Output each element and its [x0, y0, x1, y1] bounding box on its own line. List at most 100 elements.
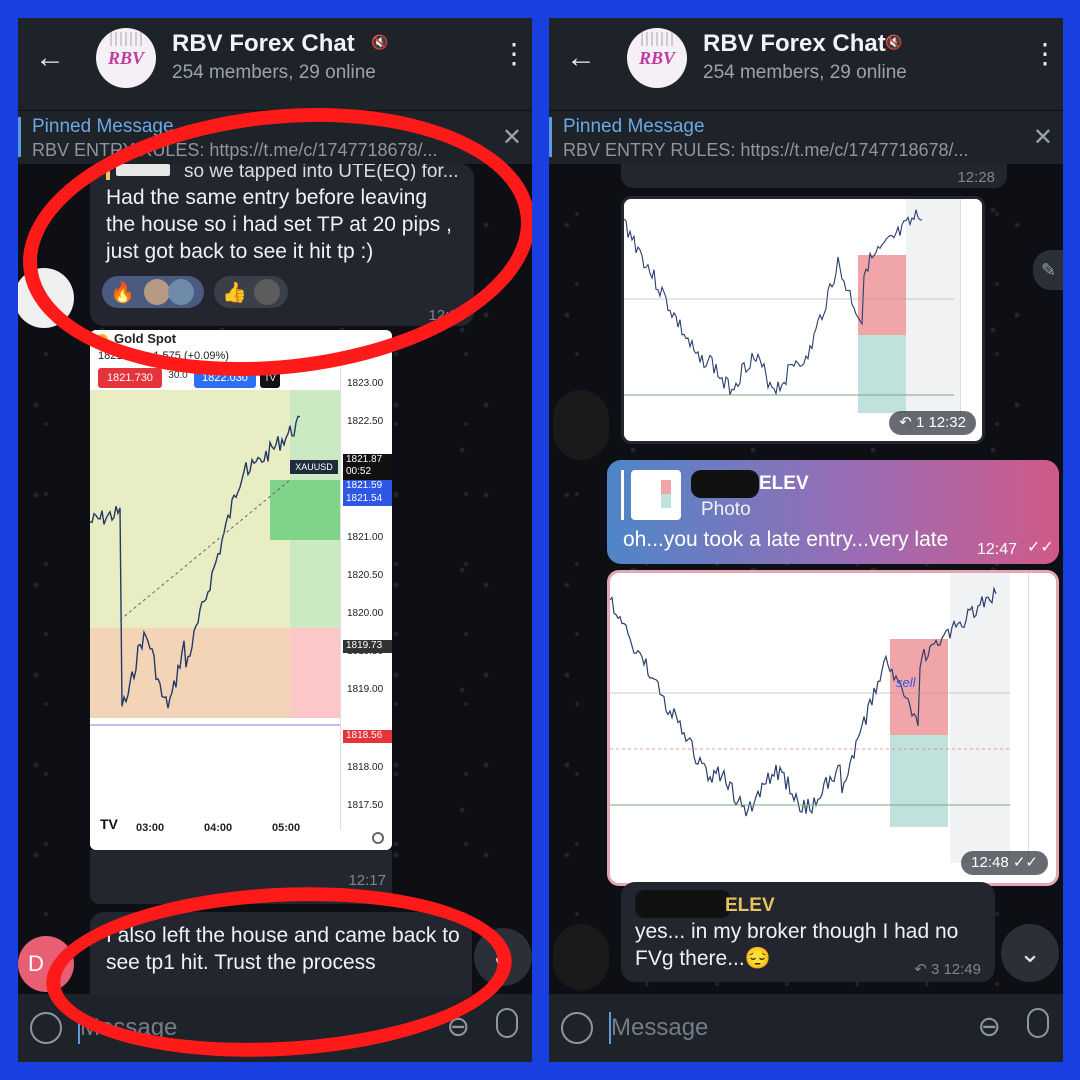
- level-tag: 1821.59: [343, 480, 392, 493]
- read-receipt-icon: ✓✓: [1027, 539, 1054, 556]
- tag-price: 1821.87: [346, 454, 383, 465]
- attach-icon[interactable]: ⊘: [438, 1007, 478, 1047]
- microphone-icon[interactable]: [1027, 1008, 1049, 1038]
- level-tag: 1821.54: [343, 493, 392, 506]
- edit-icon[interactable]: ✎: [1033, 250, 1063, 290]
- pinned-label: Pinned Message: [563, 116, 705, 137]
- y-tick-label: 1818.00: [347, 762, 384, 773]
- message-text: oh...you took a late entry...very late: [623, 528, 949, 551]
- symbol-title: Gold Spot: [114, 331, 177, 346]
- chat-title[interactable]: RBV Forex Chat: [703, 30, 886, 58]
- back-arrow-icon[interactable]: ←: [563, 40, 599, 76]
- chart-photo[interactable]: sell 12:48 ✓✓: [607, 570, 1059, 886]
- price-line-chart: [624, 209, 954, 396]
- right-chat-screenshot: ← RBV RBV Forex Chat 🔇 254 members, 29 o…: [549, 18, 1063, 1062]
- avatar-logo-text: RBV: [107, 48, 145, 68]
- thumb-zone: [661, 480, 671, 494]
- photo-meta: ↶ 1 12:32: [889, 411, 976, 435]
- avatar-decoration: [641, 32, 673, 46]
- price-axis: [960, 199, 982, 429]
- pinned-label: Pinned Message: [32, 116, 174, 137]
- back-arrow-icon[interactable]: ←: [32, 40, 68, 76]
- message-time: 12:09: [428, 307, 466, 324]
- pinned-message-bar[interactable]: Pinned Message RBV ENTRY RULES: https://…: [18, 110, 532, 164]
- reaction-chip[interactable]: 👍: [214, 276, 288, 308]
- handwritten-annotation: sell: [896, 675, 916, 690]
- photo-meta: 12:48 ✓✓: [961, 851, 1048, 875]
- reply-count: 1: [915, 414, 925, 431]
- chat-title[interactable]: RBV Forex Chat: [172, 30, 355, 58]
- y-tick-label: 1821.00: [347, 532, 384, 543]
- more-options-icon[interactable]: ⋮: [1031, 40, 1059, 68]
- reactor-avatar: [168, 279, 194, 305]
- left-chat-screenshot: ← RBV RBV Forex Chat 🔇 254 members, 29 o…: [18, 18, 532, 1062]
- bid-price[interactable]: 1821.730: [98, 368, 162, 388]
- sender-avatar[interactable]: [553, 924, 609, 990]
- thumb-zone: [661, 494, 671, 508]
- message-input[interactable]: Message: [80, 1014, 177, 1042]
- trend-line: [119, 479, 291, 621]
- message-bubble[interactable]: ELEV yes... in my broker though I had no…: [621, 882, 995, 982]
- sender-avatar[interactable]: [553, 390, 609, 460]
- y-tick-label: 1820.00: [347, 608, 384, 619]
- x-tick-label: 03:00: [136, 822, 165, 834]
- chart-photo[interactable]: ↶ 1 12:32: [621, 196, 985, 444]
- y-tick-label: 1822.50: [347, 416, 384, 427]
- reply-sender: ELEV: [759, 473, 809, 494]
- group-avatar[interactable]: RBV: [627, 28, 687, 88]
- muted-icon: 🔇: [885, 34, 903, 50]
- price-line-chart: [90, 415, 340, 726]
- message-input[interactable]: Message: [611, 1014, 708, 1042]
- close-pinned-icon[interactable]: ✕: [502, 123, 522, 152]
- message-time: 12:47: [977, 541, 1018, 558]
- pinned-text: RBV ENTRY RULES: https://t.me/c/17477186…: [563, 140, 969, 160]
- message-input-bar: Message ⊘: [18, 994, 532, 1062]
- emoji-icon[interactable]: [561, 1012, 593, 1044]
- attach-icon[interactable]: ⊘: [969, 1007, 1009, 1047]
- message-time: 12:49: [943, 961, 981, 978]
- message-input-bar: Message ⊘: [549, 994, 1063, 1062]
- reply-thumbnail: [631, 470, 681, 520]
- price-series: [90, 415, 301, 709]
- reactor-avatar: [254, 279, 280, 305]
- y-tick-label: 1817.50: [347, 800, 384, 811]
- own-message-bubble[interactable]: ELEV Photo oh...you took a late entry...…: [607, 460, 1059, 564]
- chat-header: ← RBV RBV Forex Chat 🔇 254 members, 29 o…: [18, 18, 532, 110]
- reply-arrow-icon: ↶: [899, 414, 912, 431]
- muted-icon: 🔇: [371, 34, 389, 50]
- level-tag: 1818.56: [343, 730, 392, 743]
- message-meta: ↶ 3 12:49: [914, 956, 981, 983]
- settings-icon[interactable]: [372, 832, 384, 844]
- price-axis: [1028, 573, 1056, 863]
- chat-header: ← RBV RBV Forex Chat 🔇 254 members, 29 o…: [549, 18, 1063, 110]
- redacted-name-block: [635, 890, 731, 918]
- chart-screenshot[interactable]: Gold Spot 1821.875 +1.575 (+0.09%) 1821.…: [90, 330, 392, 850]
- ask-price[interactable]: 1822.030: [194, 368, 256, 388]
- scroll-down-button[interactable]: ✓: [474, 928, 532, 986]
- reactor-avatar: [144, 279, 170, 305]
- reply-accent-bar: [106, 164, 110, 180]
- sender-avatar[interactable]: D: [18, 936, 74, 992]
- close-pinned-icon[interactable]: ✕: [1033, 123, 1053, 152]
- image-caption-bar: 12:17: [90, 850, 392, 904]
- x-tick-label: 05:00: [272, 822, 301, 834]
- level-tag: 1819.73: [343, 640, 392, 653]
- pinned-accent-bar: [18, 117, 21, 157]
- microphone-icon[interactable]: [496, 1008, 518, 1038]
- emoji-icon[interactable]: [30, 1012, 62, 1044]
- y-tick-label: 1819.00: [347, 684, 384, 695]
- pinned-message-bar[interactable]: Pinned Message RBV ENTRY RULES: https://…: [549, 110, 1063, 164]
- message-bubble[interactable]: so we tapped into UTE(EQ) for... Had the…: [90, 161, 474, 326]
- tradingview-icon[interactable]: TV: [260, 368, 280, 388]
- message-text: I also left the house and came back to s…: [106, 924, 460, 974]
- group-avatar[interactable]: RBV: [96, 28, 156, 88]
- tag-time: 00:52: [346, 466, 372, 477]
- symbol-tag: XAUUSD: [290, 460, 338, 474]
- read-receipt-icon: ✓✓: [1012, 854, 1038, 871]
- more-options-icon[interactable]: ⋮: [500, 40, 528, 68]
- price-series: [624, 209, 923, 396]
- scroll-down-button[interactable]: ⌄: [1001, 924, 1059, 982]
- y-tick-label: 1823.00: [347, 378, 384, 389]
- message-bubble[interactable]: I also left the house and came back to s…: [90, 912, 472, 1004]
- reaction-chip[interactable]: 🔥: [102, 276, 204, 308]
